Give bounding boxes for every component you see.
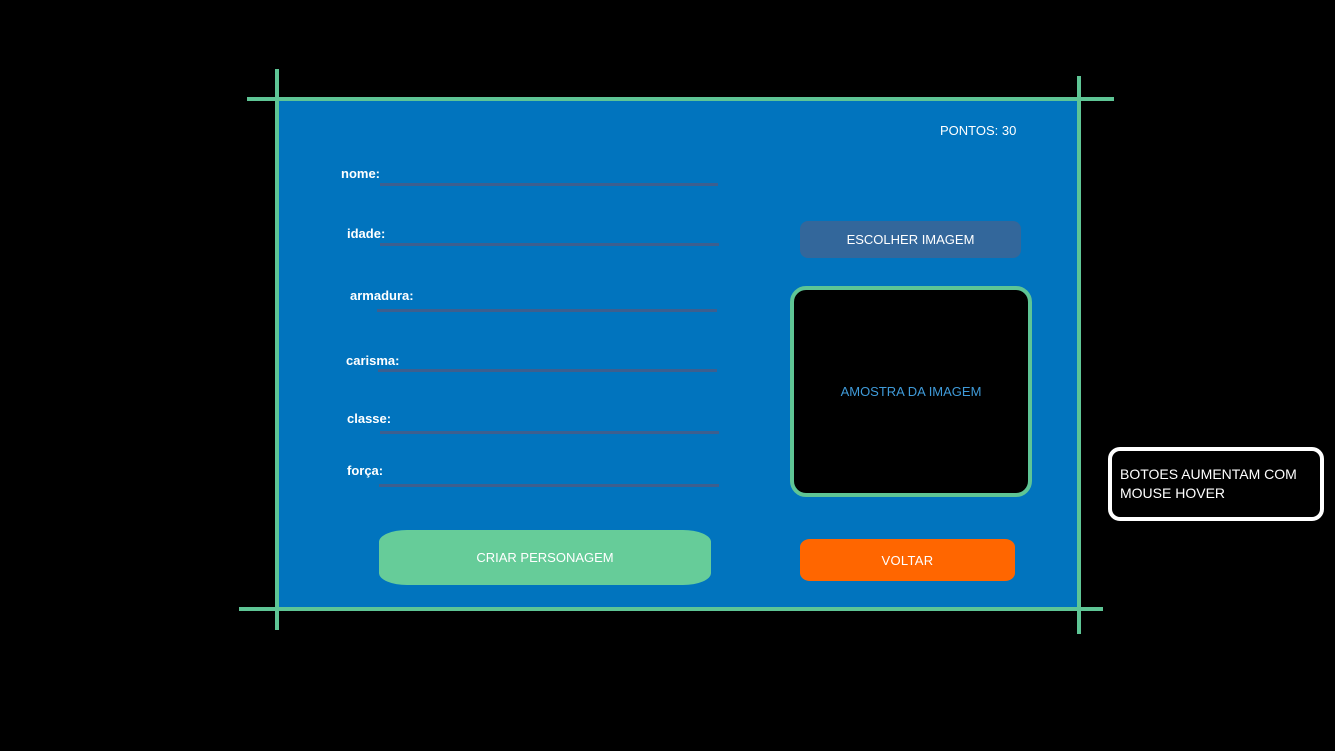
image-preview: AMOSTRA DA IMAGEM xyxy=(790,286,1032,497)
create-character-label: CRIAR PERSONAGEM xyxy=(476,550,614,565)
field-input-idade[interactable] xyxy=(380,243,719,246)
frame-line-bottom xyxy=(239,607,1103,611)
field-label-classe: classe: xyxy=(347,411,392,426)
field-label-carisma: carisma: xyxy=(346,353,400,368)
image-preview-text: AMOSTRA DA IMAGEM xyxy=(840,384,982,399)
back-button-label: VOLTAR xyxy=(881,552,934,568)
field-label-nome: nome: xyxy=(341,166,380,181)
choose-image-button[interactable]: ESCOLHER IMAGEM xyxy=(800,221,1021,258)
frame-line-top xyxy=(247,97,1114,101)
field-label-armadura: armadura: xyxy=(350,288,414,303)
create-character-button[interactable]: CRIAR PERSONAGEM xyxy=(379,530,711,585)
frame-line-right xyxy=(1077,76,1081,634)
field-input-armadura[interactable] xyxy=(377,309,717,312)
points-counter: PONTOS: 30 xyxy=(940,123,1017,138)
field-input-classe[interactable] xyxy=(380,431,719,434)
field-input-forca[interactable] xyxy=(379,484,719,487)
field-label-idade: idade: xyxy=(347,226,386,241)
choose-image-label: ESCOLHER IMAGEM xyxy=(846,232,975,247)
field-input-nome[interactable] xyxy=(380,183,718,186)
frame-line-left xyxy=(275,69,279,630)
hover-note: BOTOES AUMENTAM COM MOUSE HOVER xyxy=(1108,447,1324,521)
field-input-carisma[interactable] xyxy=(378,369,717,372)
field-label-forca: força: xyxy=(347,463,384,478)
back-button[interactable]: VOLTAR xyxy=(800,539,1015,581)
